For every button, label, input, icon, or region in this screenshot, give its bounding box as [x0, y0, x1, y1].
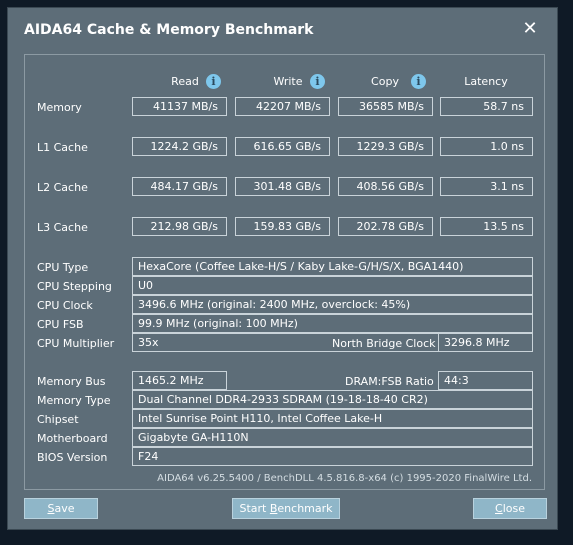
- l3-write-value: 159.83 GB/s: [235, 217, 330, 236]
- memory-read-value: 41137 MB/s: [132, 97, 227, 116]
- l1-write-value: 616.65 GB/s: [235, 137, 330, 156]
- save-button-label: ave: [54, 502, 75, 515]
- title-bar[interactable]: AIDA64 Cache & Memory Benchmark ✕: [8, 8, 557, 48]
- cpu-type-value: HexaCore (Coffee Lake-H/S / Kaby Lake-G/…: [132, 257, 533, 276]
- memory-type-label: Memory Type: [37, 394, 111, 407]
- column-header-latency: Latency: [464, 75, 508, 88]
- close-button[interactable]: Close: [473, 498, 547, 519]
- north-bridge-clock-value: 3296.8 MHz: [438, 333, 533, 352]
- l1-read-value: 1224.2 GB/s: [132, 137, 227, 156]
- memory-write-value: 42207 MB/s: [235, 97, 330, 116]
- dram-fsb-ratio-label: DRAM:FSB Ratio: [345, 375, 434, 388]
- row-label-memory: Memory: [37, 101, 82, 114]
- start-benchmark-label-pre: Start: [239, 502, 270, 515]
- l2-copy-value: 408.56 GB/s: [338, 177, 433, 196]
- l3-latency-value: 13.5 ns: [440, 217, 533, 236]
- cpu-clock-label: CPU Clock: [37, 299, 93, 312]
- l3-copy-value: 202.78 GB/s: [338, 217, 433, 236]
- row-label-l1-cache: L1 Cache: [37, 141, 88, 154]
- l2-read-value: 484.17 GB/s: [132, 177, 227, 196]
- bios-version-value: F24: [132, 447, 533, 466]
- l2-write-value: 301.48 GB/s: [235, 177, 330, 196]
- dram-fsb-ratio-value: 44:3: [438, 371, 533, 390]
- cpu-stepping-label: CPU Stepping: [37, 280, 112, 293]
- cpu-clock-value: 3496.6 MHz (original: 2400 MHz, overcloc…: [132, 295, 533, 314]
- memory-type-value: Dual Channel DDR4-2933 SDRAM (19-18-18-4…: [132, 390, 533, 409]
- cpu-stepping-value: U0: [132, 276, 533, 295]
- close-icon[interactable]: ✕: [521, 20, 539, 38]
- cpu-type-label: CPU Type: [37, 261, 89, 274]
- column-header-write: Write: [273, 75, 303, 88]
- benchmark-window: AIDA64 Cache & Memory Benchmark ✕ Read i…: [7, 7, 558, 530]
- memory-bus-label: Memory Bus: [37, 375, 106, 388]
- column-header-copy: Copy: [371, 75, 399, 88]
- cpu-fsb-value: 99.9 MHz (original: 100 MHz): [132, 314, 533, 333]
- close-button-accel: C: [495, 502, 503, 515]
- close-button-label: lose: [502, 502, 525, 515]
- bios-version-label: BIOS Version: [37, 451, 108, 464]
- memory-latency-value: 58.7 ns: [440, 97, 533, 116]
- save-button[interactable]: Save: [24, 498, 98, 519]
- read-info-icon[interactable]: i: [206, 74, 221, 89]
- cpu-fsb-label: CPU FSB: [37, 318, 84, 331]
- start-benchmark-label-post: enchmark: [277, 502, 333, 515]
- chipset-label: Chipset: [37, 413, 79, 426]
- l1-copy-value: 1229.3 GB/s: [338, 137, 433, 156]
- l1-latency-value: 1.0 ns: [440, 137, 533, 156]
- motherboard-value: Gigabyte GA-H110N: [132, 428, 533, 447]
- memory-copy-value: 36585 MB/s: [338, 97, 433, 116]
- row-label-l3-cache: L3 Cache: [37, 221, 88, 234]
- cpu-multiplier-label: CPU Multiplier: [37, 337, 115, 350]
- start-benchmark-button[interactable]: Start Benchmark: [232, 498, 340, 519]
- l2-latency-value: 3.1 ns: [440, 177, 533, 196]
- version-footer: AIDA64 v6.25.5400 / BenchDLL 4.5.816.8-x…: [157, 473, 532, 484]
- memory-bus-value: 1465.2 MHz: [132, 371, 227, 390]
- copy-info-icon[interactable]: i: [411, 74, 426, 89]
- l3-read-value: 212.98 GB/s: [132, 217, 227, 236]
- results-panel: Read i Write i Copy i Latency Memory 411…: [24, 54, 545, 490]
- chipset-value: Intel Sunrise Point H110, Intel Coffee L…: [132, 409, 533, 428]
- window-title: AIDA64 Cache & Memory Benchmark: [24, 22, 314, 38]
- north-bridge-clock-label: North Bridge Clock: [332, 337, 436, 350]
- motherboard-label: Motherboard: [37, 432, 108, 445]
- row-label-l2-cache: L2 Cache: [37, 181, 88, 194]
- write-info-icon[interactable]: i: [310, 74, 325, 89]
